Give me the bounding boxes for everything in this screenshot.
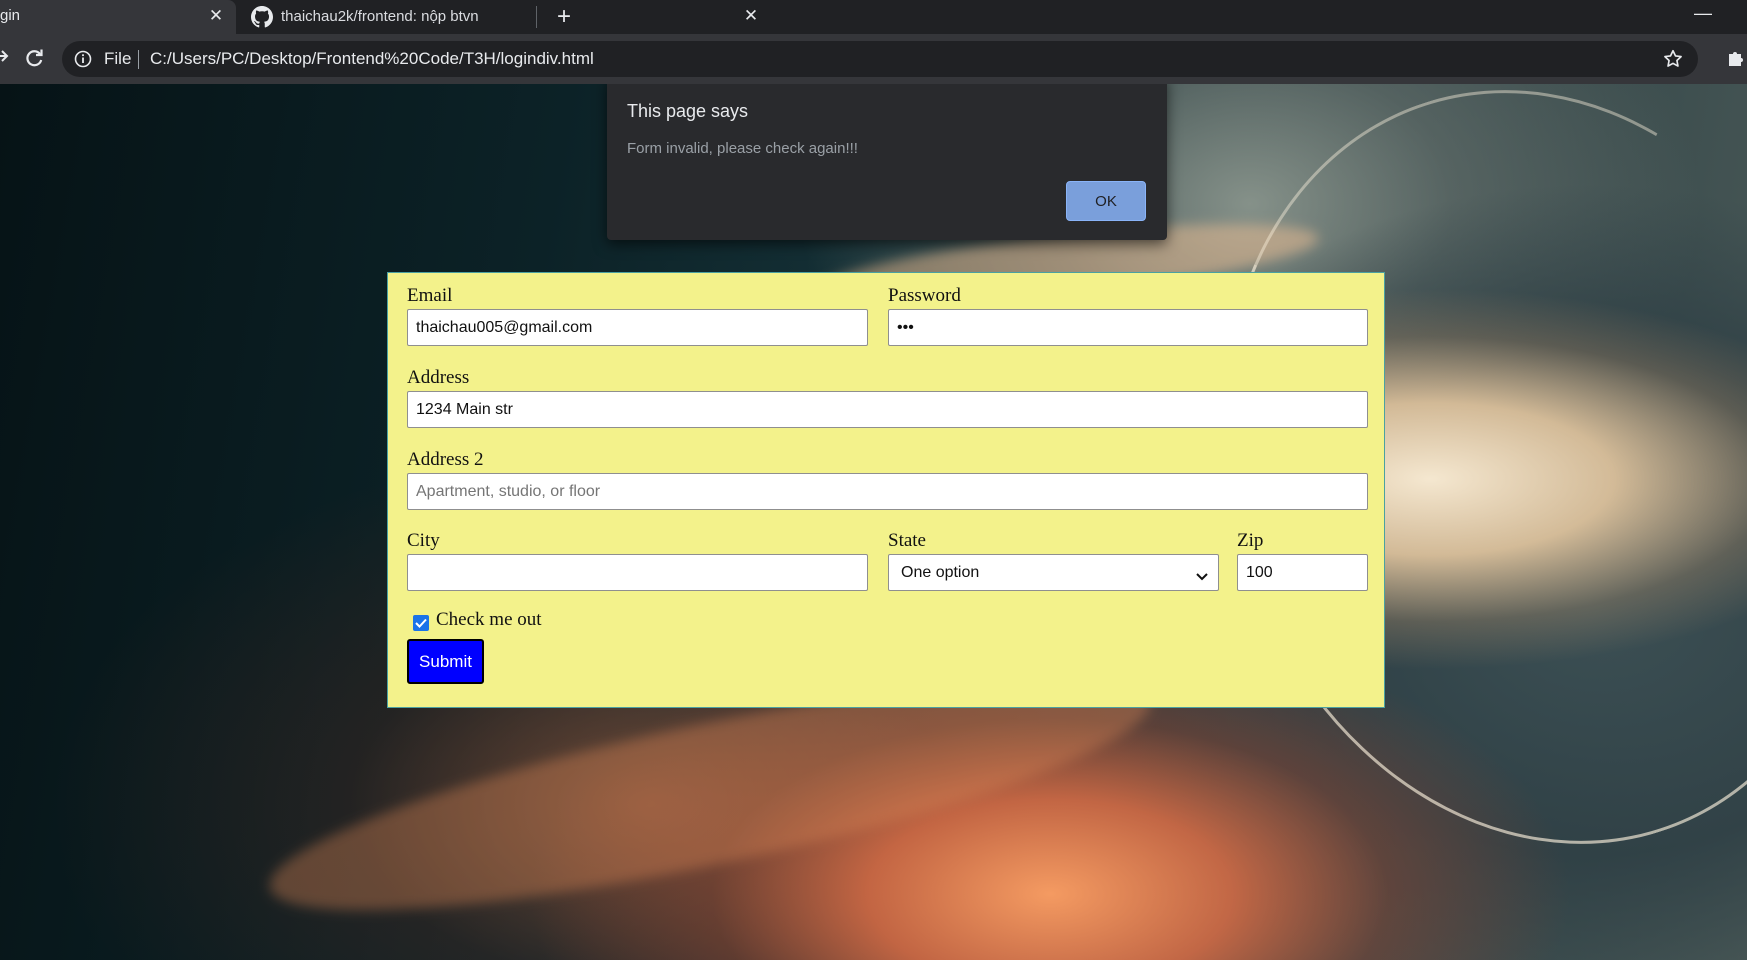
url-text[interactable]: C:/Users/PC/Desktop/Frontend%20Code/T3H/… bbox=[150, 49, 594, 69]
info-icon[interactable] bbox=[74, 50, 92, 73]
zip-label: Zip bbox=[1237, 530, 1264, 551]
address-bar[interactable]: File C:/Users/PC/Desktop/Frontend%20Code… bbox=[62, 41, 1698, 77]
address-field[interactable]: 1234 Main str bbox=[407, 391, 1368, 428]
forward-arrow-icon[interactable] bbox=[0, 46, 12, 70]
new-tab-button[interactable]: + bbox=[550, 3, 578, 31]
tab-divider bbox=[536, 6, 537, 28]
city-field[interactable] bbox=[407, 554, 868, 591]
checkbox-label: Check me out bbox=[436, 609, 542, 630]
extensions-puzzle-icon[interactable] bbox=[1726, 48, 1746, 73]
email-label: Email bbox=[407, 285, 453, 306]
login-form: Email thaichau005@gmail.com Password •••… bbox=[387, 272, 1385, 708]
dialog-message: Form invalid, please check again!!! bbox=[627, 140, 858, 157]
tab-github[interactable]: thaichau2k/frontend: nộp btvn ✕ bbox=[236, 0, 758, 34]
city-label: City bbox=[407, 530, 440, 551]
reload-icon[interactable] bbox=[22, 46, 48, 72]
submit-button[interactable]: Submit bbox=[407, 639, 484, 684]
chevron-down-icon bbox=[1196, 568, 1208, 586]
state-label: State bbox=[888, 530, 926, 551]
state-select[interactable]: One option bbox=[888, 554, 1219, 591]
alert-dialog: This page says Form invalid, please chec… bbox=[607, 84, 1167, 240]
dialog-title: This page says bbox=[627, 101, 749, 121]
close-tab-icon[interactable]: ✕ bbox=[206, 6, 226, 26]
omnibox-divider bbox=[138, 50, 139, 69]
browser-toolbar: File C:/Users/PC/Desktop/Frontend%20Code… bbox=[0, 34, 1747, 84]
address2-label: Address 2 bbox=[407, 449, 484, 470]
email-field[interactable]: thaichau005@gmail.com bbox=[407, 309, 868, 346]
tab-title: thaichau2k/frontend: nộp btvn bbox=[281, 8, 479, 25]
password-field[interactable]: ••• bbox=[888, 309, 1368, 346]
zip-field[interactable]: 100 bbox=[1237, 554, 1368, 591]
address-label: Address bbox=[407, 367, 470, 388]
tab-strip: gin ✕ thaichau2k/frontend: nộp btvn ✕ + … bbox=[0, 0, 1747, 34]
close-tab-icon[interactable]: ✕ bbox=[741, 6, 761, 26]
bookmark-star-icon[interactable] bbox=[1662, 48, 1684, 75]
tab-title: gin bbox=[0, 7, 21, 24]
state-selected-value: One option bbox=[901, 563, 980, 581]
tab-login[interactable]: gin ✕ bbox=[0, 0, 236, 34]
password-label: Password bbox=[888, 285, 961, 306]
scheme-label: File bbox=[104, 49, 132, 68]
address2-field[interactable]: Apartment, studio, or floor bbox=[407, 473, 1368, 510]
page-viewport: Email thaichau005@gmail.com Password •••… bbox=[0, 84, 1747, 960]
minimize-button[interactable]: — bbox=[1688, 3, 1718, 23]
ok-button[interactable]: OK bbox=[1066, 181, 1146, 221]
github-icon bbox=[251, 6, 273, 33]
check-me-out-checkbox[interactable] bbox=[413, 615, 429, 631]
